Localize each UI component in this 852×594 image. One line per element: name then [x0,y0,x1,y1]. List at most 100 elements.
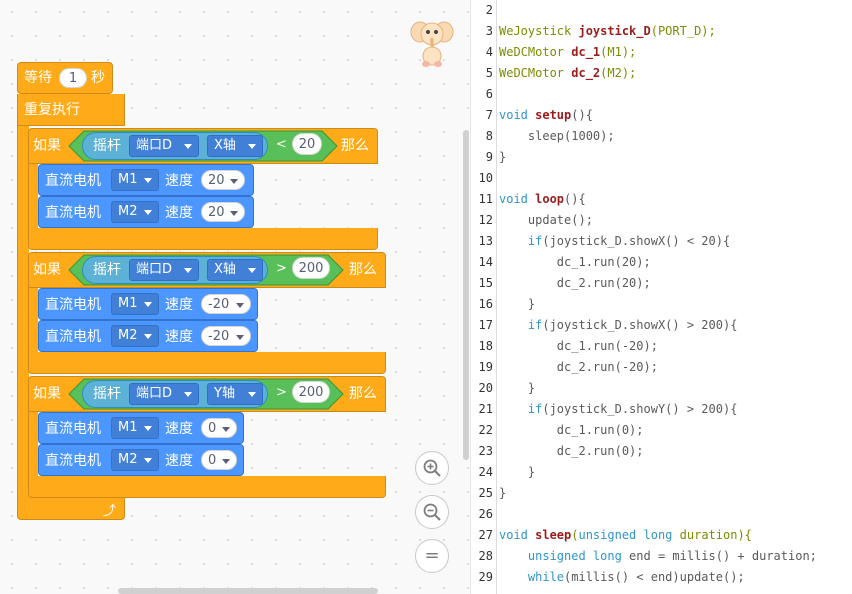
code-token: dc_1.run(0); [499,423,644,437]
code-line[interactable]: dc_1.run(20); [499,255,651,269]
dc-motor-block[interactable]: 直流电机 M2 速度 -20 [38,320,258,352]
forever-block-header[interactable]: 重复执行 [17,94,125,126]
code-token: end = millis() + duration; [629,549,817,563]
line-number: 6 [485,87,493,101]
code-line[interactable]: dc_2.run(-20); [499,360,658,374]
vertical-scrollbar[interactable] [463,130,469,460]
operator-symbol: < [276,137,287,152]
chevron-down-icon [144,210,152,215]
operator-symbol: > [276,385,287,400]
zoom-reset-icon[interactable]: = [415,539,449,573]
chevron-down-icon [184,268,192,273]
code-line[interactable]: if(joystick_D.showX() > 200){ [499,318,738,332]
motor-port-dropdown[interactable]: M2 [111,201,159,223]
dc-motor-block[interactable]: 直流电机 M2 速度 20 [38,196,254,228]
dc-motor-block[interactable]: 直流电机 M1 速度 -20 [38,288,258,320]
speed-dropdown[interactable]: 0 [201,450,237,470]
joystick-reporter[interactable]: 摇杆 端口D X轴 [82,256,268,284]
chevron-down-icon [248,268,256,273]
code-line[interactable]: } [499,486,506,500]
line-number-gutter: 2 3 4 5 6 7 8 9 10 11 12 13 14 15 16 17 18 19 20 21 22 23 24 25… [471,0,497,594]
code-panel[interactable]: 2 3 4 5 6 7 8 9 10 11 12 13 14 15 16 17 18 19 20 21 22 23 24 25… [470,0,852,594]
code-line[interactable]: } [499,381,535,395]
code-line[interactable]: update(); [499,213,593,227]
port-dropdown[interactable]: 端口D [129,383,199,405]
line-number: 9 [485,150,493,164]
code-line[interactable]: } [499,465,535,479]
joystick-label: 摇杆 [93,386,121,402]
code-line[interactable]: sleep(1000); [499,129,615,143]
joystick-reporter[interactable]: 摇杆 端口D Y轴 [82,380,268,408]
code-line[interactable]: } [499,150,506,164]
port-dropdown[interactable]: 端口D [129,259,199,281]
dc-motor-block[interactable]: 直流电机 M1 速度 0 [38,412,244,444]
line-number: 11 [478,192,493,206]
dc-motor-block[interactable]: 直流电机 M1 速度 20 [38,164,254,196]
block-workspace[interactable]: 等待 1 秒 重复执行 ⤴ 如果 那么 摇杆 端口D X轴 < 20 直流电机 … [0,0,470,594]
axis-dropdown[interactable]: X轴 [207,135,263,157]
wait-seconds-input[interactable]: 1 [59,68,87,88]
speed-label: 速度 [165,421,193,437]
chevron-down-icon [222,427,230,432]
motor-port-dropdown[interactable]: M2 [111,449,159,471]
motor-port-dropdown[interactable]: M1 [111,293,159,315]
code-line[interactable]: dc_2.run(20); [499,276,651,290]
if-block-arm [28,288,38,352]
code-line[interactable]: unsigned long end = millis() + duration; [499,549,817,563]
zoom-out-icon[interactable] [415,495,449,529]
line-number: 2 [485,3,493,17]
port-dropdown[interactable]: 端口D [129,135,199,157]
threshold-input[interactable]: 200 [292,381,330,403]
speed-dropdown[interactable]: -20 [201,294,251,314]
code-line[interactable]: void sleep(unsigned long duration){ [499,528,752,542]
axis-dropdown[interactable]: X轴 [207,259,263,281]
motor-port-dropdown[interactable]: M2 [111,325,159,347]
code-token: dc_1 [571,45,601,59]
line-number: 18 [478,339,493,353]
code-line[interactable]: dc_2.run(0); [499,444,644,458]
chevron-down-icon [236,335,244,340]
code-line[interactable]: dc_1.run(0); [499,423,644,437]
dc-motor-block[interactable]: 直流电机 M2 速度 0 [38,444,244,476]
speed-dropdown[interactable]: 0 [201,418,237,438]
speed-dropdown[interactable]: 20 [201,170,245,190]
joystick-reporter[interactable]: 摇杆 端口D X轴 [82,132,268,160]
chevron-down-icon [144,458,152,463]
threshold-input[interactable]: 20 [292,133,322,155]
code-line[interactable]: if(joystick_D.showY() > 200){ [499,402,738,416]
line-number: 29 [478,570,493,584]
speed-dropdown[interactable]: -20 [201,326,251,346]
code-token: duration [679,528,738,542]
speed-dropdown[interactable]: 20 [201,202,245,222]
code-line[interactable]: WeDCMotor dc_2(M2); [499,66,636,80]
code-line[interactable]: } [499,297,535,311]
motor-port-dropdown[interactable]: M1 [111,417,159,439]
line-number: 21 [478,402,493,416]
code-line[interactable]: void setup(){ [499,108,593,122]
motor-port-dropdown[interactable]: M1 [111,169,159,191]
code-token: (joystick_D.showX() < 20){ [542,234,731,248]
then-label: 那么 [349,262,377,278]
threshold-input[interactable]: 200 [292,257,330,279]
code-line[interactable]: dc_1.run(-20); [499,339,658,353]
code-token: update(); [499,213,593,227]
code-line[interactable]: if(joystick_D.showX() < 20){ [499,234,730,248]
horizontal-scrollbar[interactable] [118,588,378,594]
code-token: dc_2 [571,66,601,80]
code-token: setup [535,108,572,122]
code-token: } [499,486,507,500]
chevron-down-icon [248,392,256,397]
code-line[interactable]: WeDCMotor dc_1(M1); [499,45,636,59]
code-line[interactable]: WeJoystick joystick_D(PORT_D); [499,24,716,38]
code-line[interactable]: void loop(){ [499,192,586,206]
line-number: 5 [485,66,493,80]
chevron-down-icon [144,334,152,339]
zoom-in-icon[interactable] [415,451,449,485]
wait-block[interactable]: 等待 1 秒 [17,62,113,94]
code-token: if [499,402,543,416]
code-token: } [499,297,536,311]
if-block-footer [28,228,378,250]
code-line[interactable]: while(millis() < end)update(); [499,570,745,584]
line-number: 22 [478,423,493,437]
axis-dropdown[interactable]: Y轴 [207,383,263,405]
